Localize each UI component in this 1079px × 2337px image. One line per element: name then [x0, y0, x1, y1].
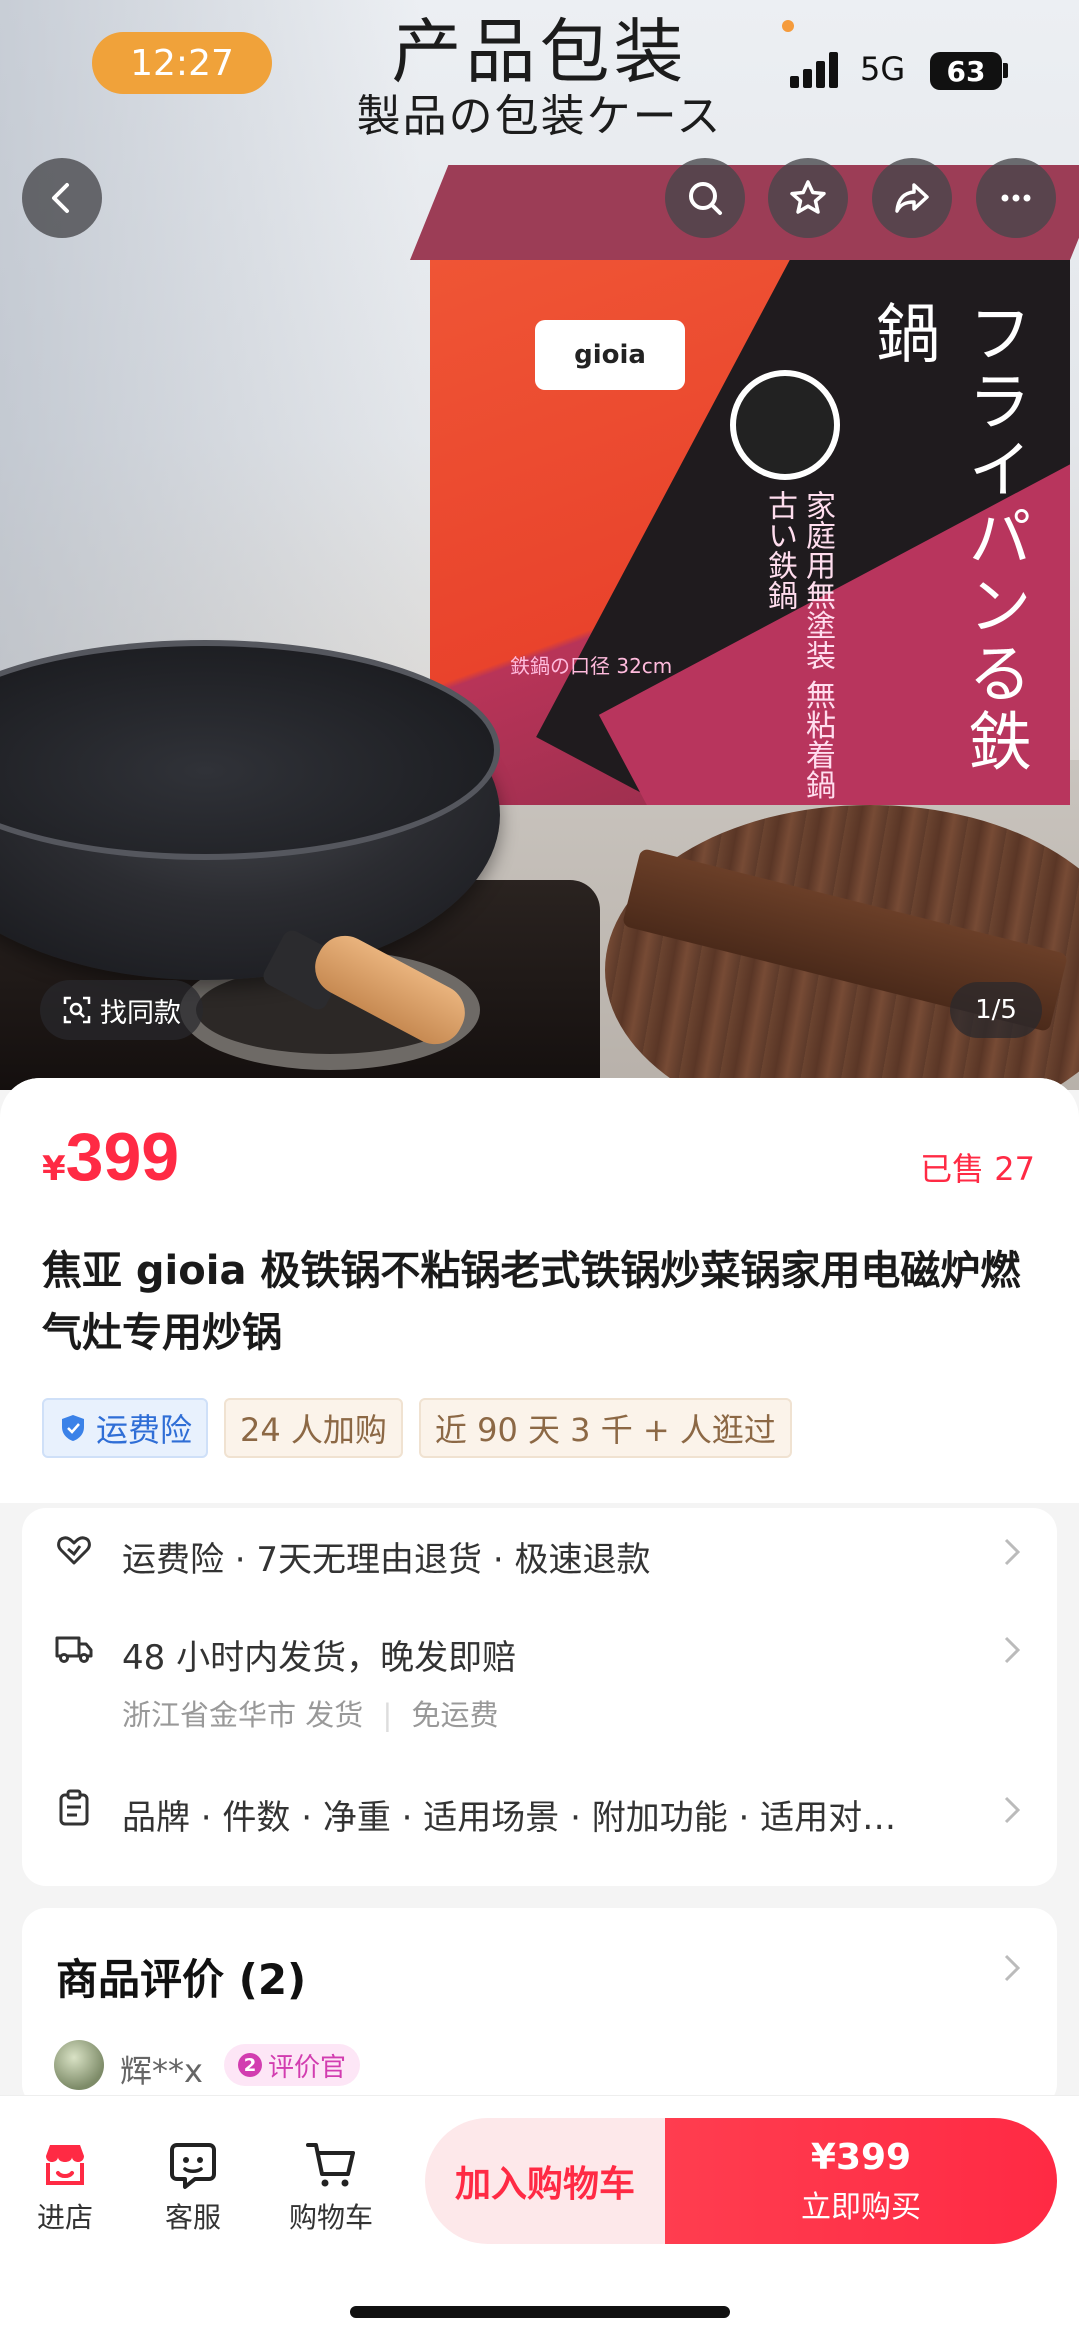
signal-icon [790, 52, 842, 88]
buy-now-label: 立即购买 [801, 2189, 921, 2225]
back-icon [52, 183, 69, 213]
chevron-right-icon [1004, 1636, 1021, 1664]
price-title-section: ¥399 已售 27 焦亚 gioia 极铁锅不粘锅老式铁锅炒菜锅家用电磁炉燃气… [0, 1078, 1079, 1503]
price-currency: ¥ [42, 1149, 66, 1189]
avatar [54, 2040, 104, 2090]
reviews-section[interactable]: 商品评价 (2) 辉**x 2 评价官 [22, 1908, 1057, 2108]
shipping-from: 浙江省金华市 发货 [122, 1698, 364, 1732]
add-to-cart-button[interactable]: 加入购物车 [425, 2118, 665, 2244]
store-icon [46, 2145, 84, 2185]
more-icon [1001, 194, 1031, 202]
lens-icon [63, 996, 91, 1024]
reviews-title: 商品评价 (2) [56, 1955, 307, 2004]
shield-icon [62, 1415, 84, 1441]
shipping-origin: 浙江省金华市 发货 | 免运费 [122, 1692, 498, 1734]
service-row-guarantee[interactable]: 运费险 · 7天无理由退货 · 极速退款 [22, 1508, 1057, 1588]
customer-service-label: 客服 [164, 2201, 221, 2234]
buy-now-button[interactable]: ¥399 立即购买 [665, 2118, 1057, 2244]
badge-level: 2 [238, 2053, 262, 2077]
favorite-button[interactable] [768, 158, 848, 238]
store-label: 进店 [36, 2201, 93, 2234]
bottom-action-bar: 进店 客服 购物车 加入购物车 ¥399 立即购买 [0, 2095, 1079, 2337]
divider: | [382, 1698, 393, 1732]
service-row-params[interactable]: 品牌 · 件数 · 净重 · 适用场景 · 附加功能 · 适用对… [22, 1738, 1057, 1858]
image-pager: 1/5 [950, 982, 1042, 1038]
battery-tip [1003, 63, 1008, 78]
box-sub-jp: 家庭用無塗装 無粘着鍋古い鉄鍋 [762, 490, 835, 800]
chat-icon [170, 2143, 216, 2189]
box-title-jp: フライパンる鉄鍋 [865, 300, 1031, 776]
box-front: gioia フライパンる鉄鍋 家庭用無塗装 無粘着鍋古い鉄鍋 鉄鍋の口径 32c… [430, 260, 1070, 805]
product-info: ¥399 已售 27 焦亚 gioia 极铁锅不粘锅老式铁锅炒菜锅家用电磁炉燃气… [0, 1078, 1079, 2108]
battery-icon: 63 [930, 52, 1002, 90]
chevron-right-icon [1004, 1796, 1021, 1824]
find-same-button[interactable]: 找同款 [40, 980, 203, 1040]
tag-shipping-insurance: 运费险 [42, 1398, 209, 1458]
tag-added-to-cart: 24 人加购 [224, 1398, 403, 1458]
find-same-label: 找同款 [100, 997, 181, 1029]
network-type: 5G [860, 50, 906, 88]
privacy-indicator-dot [782, 20, 794, 32]
clipboard-icon [59, 1789, 89, 1826]
image-product-box: gioia フライパンる鉄鍋 家庭用無塗装 無粘着鍋古い鉄鍋 鉄鍋の口径 32c… [410, 165, 1079, 805]
box-brand-logo: gioia [535, 320, 685, 390]
more-button[interactable] [976, 158, 1056, 238]
truck-icon [55, 1636, 93, 1663]
price: ¥399 [42, 1118, 179, 1196]
reviewer-name: 辉**x [120, 2052, 203, 2090]
chevron-right-icon [1004, 1954, 1021, 1982]
status-time: 12:27 [92, 32, 272, 94]
product-image-carousel[interactable]: gioia フライパンる鉄鍋 家庭用無塗装 無粘着鍋古い鉄鍋 鉄鍋の口径 32c… [0, 0, 1079, 1090]
box-seal [730, 370, 840, 480]
share-button[interactable] [872, 158, 952, 238]
store-button[interactable]: 进店 [10, 2136, 120, 2236]
share-icon [895, 183, 929, 213]
cart-icon [306, 2143, 355, 2187]
guarantee-text: 运费险 · 7天无理由退货 · 极速退款 [122, 1540, 651, 1580]
tag-visitors: 近 90 天 3 千 + 人逛过 [418, 1398, 792, 1458]
search-icon [689, 182, 722, 215]
tag-row: 运费险 24 人加购 近 90 天 3 千 + 人逛过 [42, 1398, 792, 1458]
cart-label: 购物车 [288, 2201, 373, 2234]
service-card: 运费险 · 7天无理由退货 · 极速退款 48 小时内发货，晚发即赔 浙江省金华… [22, 1508, 1057, 1886]
product-title: 焦亚 gioia 极铁锅不粘锅老式铁锅炒菜锅家用电磁炉燃气灶专用炒锅 [42, 1248, 1021, 1356]
cart-nav-button[interactable]: 购物车 [276, 2136, 386, 2236]
shipping-fee: 免运费 [411, 1698, 499, 1732]
box-size: 鉄鍋の口径 32cm [510, 654, 673, 678]
tag-label: 运费险 [96, 1411, 193, 1449]
service-row-shipping[interactable]: 48 小时内发货，晚发即赔 浙江省金华市 发货 | 免运费 [22, 1588, 1057, 1738]
home-indicator [350, 2306, 730, 2318]
chevron-right-icon [1004, 1538, 1021, 1566]
heart-return-icon [57, 1536, 91, 1565]
back-button[interactable] [22, 158, 102, 238]
badge-label: 评价官 [268, 2052, 347, 2083]
customer-service-button[interactable]: 客服 [138, 2136, 248, 2236]
search-button[interactable] [665, 158, 745, 238]
sold-count: 已售 27 [920, 1150, 1035, 1188]
star-icon [790, 180, 826, 214]
reviewer-badge: 2 评价官 [224, 2044, 361, 2086]
params-text: 品牌 · 件数 · 净重 · 适用场景 · 附加功能 · 适用对… [122, 1798, 897, 1838]
shipping-text: 48 小时内发货，晚发即赔 [122, 1638, 517, 1678]
buy-now-price: ¥399 [810, 2136, 912, 2178]
price-value: 399 [65, 1119, 180, 1195]
